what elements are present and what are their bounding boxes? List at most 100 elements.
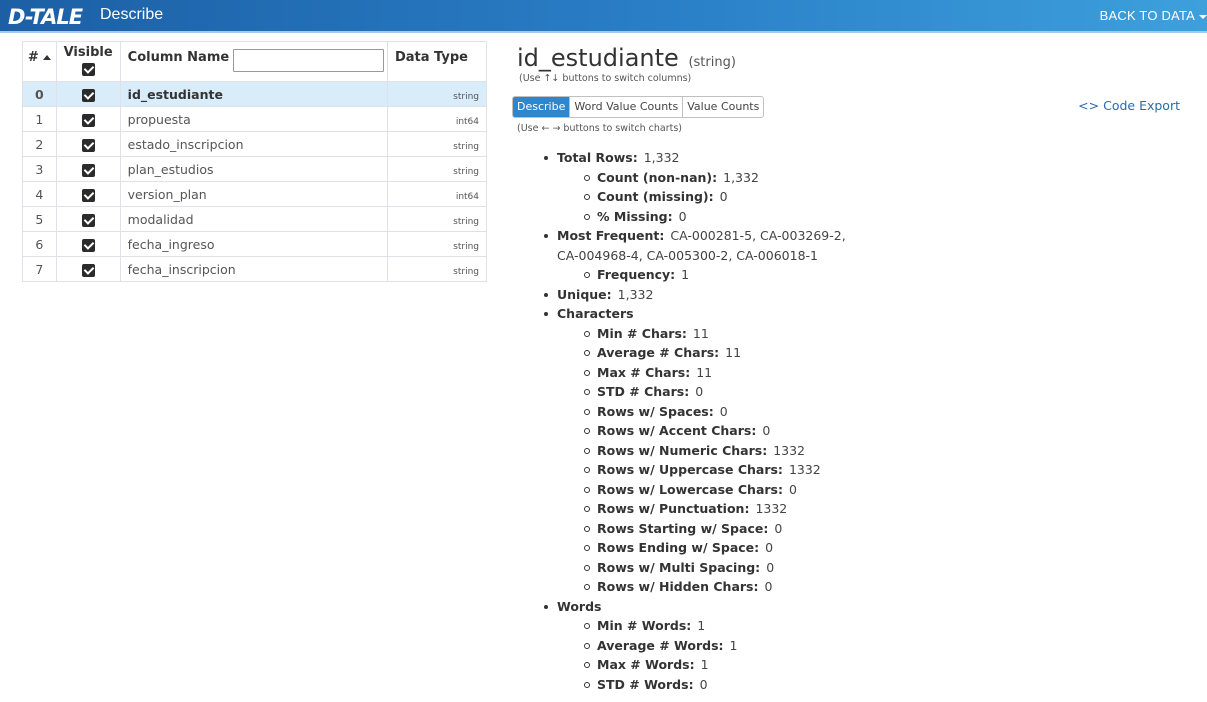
visible-checkbox[interactable] — [81, 113, 95, 127]
table-header-row: # Visible Column Name Data Type — [22, 41, 488, 82]
visible-checkbox[interactable] — [81, 238, 95, 252]
row-data-type: string — [386, 206, 488, 232]
table-row[interactable]: 1 propuesta int64 — [22, 106, 488, 132]
visible-checkbox[interactable] — [81, 213, 95, 227]
stat-char-item: Rows w/ Lowercase Chars: 0 — [540, 480, 846, 500]
visible-header: Visible — [55, 41, 121, 82]
row-column-name: fecha_inscripcion — [119, 256, 388, 282]
stat-count-non-nan: Count (non-nan): 1,332 — [540, 168, 846, 188]
code-icon: <> — [1078, 98, 1100, 113]
table-row[interactable]: 4 version_plan int64 — [22, 181, 488, 207]
visible-checkbox[interactable] — [81, 263, 95, 277]
back-to-data-button[interactable]: BACK TO DATA — [1100, 8, 1207, 23]
row-column-name: propuesta — [119, 106, 388, 132]
caret-down-icon — [1199, 14, 1207, 19]
stat-char-item: Rows w/ Uppercase Chars: 1332 — [540, 460, 846, 480]
describe-tabs: Describe Word Value Counts Value Counts — [512, 96, 765, 118]
row-index: 5 — [22, 206, 57, 232]
stat-word-item: STD # Words: 0 — [540, 675, 846, 695]
row-data-type: string — [386, 131, 488, 157]
stat-char-item: Rows w/ Hidden Chars: 0 — [540, 577, 846, 597]
selected-column-title: id_estudiante (string) — [517, 44, 736, 72]
select-all-checkbox[interactable] — [81, 63, 95, 76]
row-data-type: string — [386, 256, 488, 282]
row-data-type: int64 — [386, 181, 488, 207]
stat-char-item: Rows w/ Multi Spacing: 0 — [540, 558, 846, 578]
row-index: 4 — [22, 181, 57, 207]
table-row[interactable]: 5 modalidad string — [22, 206, 488, 232]
code-export-label: Code Export — [1103, 98, 1180, 113]
tab-word-value-counts[interactable]: Word Value Counts — [570, 97, 684, 117]
stat-char-item: Rows Starting w/ Space: 0 — [540, 519, 846, 539]
stat-char-item: Min # Chars: 11 — [540, 324, 846, 344]
stat-char-item: Rows w/ Numeric Chars: 1332 — [540, 441, 846, 461]
data-type-header: Data Type — [386, 41, 488, 82]
row-index: 0 — [22, 81, 57, 107]
code-export-button[interactable]: <> Code Export — [1078, 98, 1180, 113]
stat-char-item: Rows w/ Accent Chars: 0 — [540, 421, 846, 441]
stat-total-rows: Total Rows: 1,332 — [540, 148, 846, 168]
back-to-data-label: BACK TO DATA — [1099, 8, 1195, 23]
tab-value-counts[interactable]: Value Counts — [683, 97, 764, 117]
stat-char-item: Max # Chars: 11 — [540, 363, 846, 383]
column-name-header-label: Column Name — [127, 50, 230, 65]
row-column-name: estado_inscripcion — [119, 131, 388, 157]
describe-stats: Total Rows: 1,332 Count (non-nan): 1,332 C… — [540, 148, 846, 694]
columns-table: # Visible Column Name Data Type 0 id_est… — [22, 41, 488, 282]
stat-unique: Unique: 1,332 — [540, 285, 846, 305]
stat-count-missing: Count (missing): 0 — [540, 187, 846, 207]
column-name-filter-input[interactable] — [232, 49, 384, 72]
stat-char-item: Rows Ending w/ Space: 0 — [540, 538, 846, 558]
row-index: 2 — [22, 131, 57, 157]
tab-describe[interactable]: Describe — [513, 97, 571, 117]
visible-checkbox[interactable] — [81, 138, 95, 152]
logo-text: D-TALE — [8, 5, 84, 29]
switch-charts-hint: (Use ← → buttons to switch charts) — [517, 123, 682, 134]
stat-char-item: Rows w/ Spaces: 0 — [540, 402, 846, 422]
stat-frequency: Frequency: 1 — [540, 265, 846, 285]
stat-most-frequent: Most Frequent: CA-000281-5, CA-003269-2, C… — [540, 226, 846, 265]
table-row[interactable]: 6 fecha_ingreso string — [22, 231, 488, 257]
page-title: Describe — [100, 6, 164, 23]
row-index: 1 — [22, 106, 57, 132]
stat-char-item: STD # Chars: 0 — [540, 382, 846, 402]
stat-word-item: Average # Words: 1 — [540, 636, 846, 656]
row-data-type: int64 — [386, 106, 488, 132]
row-column-name: plan_estudios — [119, 156, 388, 182]
stat-char-item: Average # Chars: 11 — [540, 343, 846, 363]
data-type-header-label: Data Type — [394, 50, 468, 65]
stat-pct-missing: % Missing: 0 — [540, 207, 846, 227]
row-column-name: id_estudiante — [119, 81, 388, 107]
stat-words-heading: Words — [540, 597, 846, 617]
row-index: 3 — [22, 156, 57, 182]
stat-word-item: Min # Words: 1 — [540, 616, 846, 636]
row-column-name: fecha_ingreso — [119, 231, 388, 257]
sort-asc-icon — [42, 55, 51, 60]
table-row[interactable]: 2 estado_inscripcion string — [22, 131, 488, 157]
visible-header-label: Visible — [63, 45, 113, 60]
visible-checkbox[interactable] — [81, 163, 95, 177]
index-header[interactable]: # — [22, 41, 57, 82]
row-data-type: string — [386, 231, 488, 257]
stat-characters-heading: Characters — [540, 304, 846, 324]
row-index: 7 — [22, 256, 57, 282]
visible-checkbox[interactable] — [81, 188, 95, 202]
row-data-type: string — [386, 156, 488, 182]
selected-column-name: id_estudiante — [517, 44, 679, 72]
dtale-logo[interactable]: D-TALE — [8, 3, 94, 29]
table-row[interactable]: 0 id_estudiante string — [22, 81, 488, 107]
row-column-name: version_plan — [119, 181, 388, 207]
index-header-label: # — [27, 50, 39, 65]
switch-columns-hint: (Use ↑↓ buttons to switch columns) — [519, 73, 692, 84]
top-navbar: D-TALE Describe BACK TO DATA — [0, 0, 1207, 33]
table-row[interactable]: 7 fecha_inscripcion string — [22, 256, 488, 282]
row-column-name: modalidad — [119, 206, 388, 232]
column-name-header: Column Name — [119, 41, 388, 82]
table-row[interactable]: 3 plan_estudios string — [22, 156, 488, 182]
stat-char-item: Rows w/ Punctuation: 1332 — [540, 499, 846, 519]
visible-checkbox[interactable] — [81, 88, 95, 102]
stat-word-item: Max # Words: 1 — [540, 655, 846, 675]
selected-column-type: (string) — [688, 55, 736, 70]
row-data-type: string — [386, 81, 488, 107]
row-index: 6 — [22, 231, 57, 257]
